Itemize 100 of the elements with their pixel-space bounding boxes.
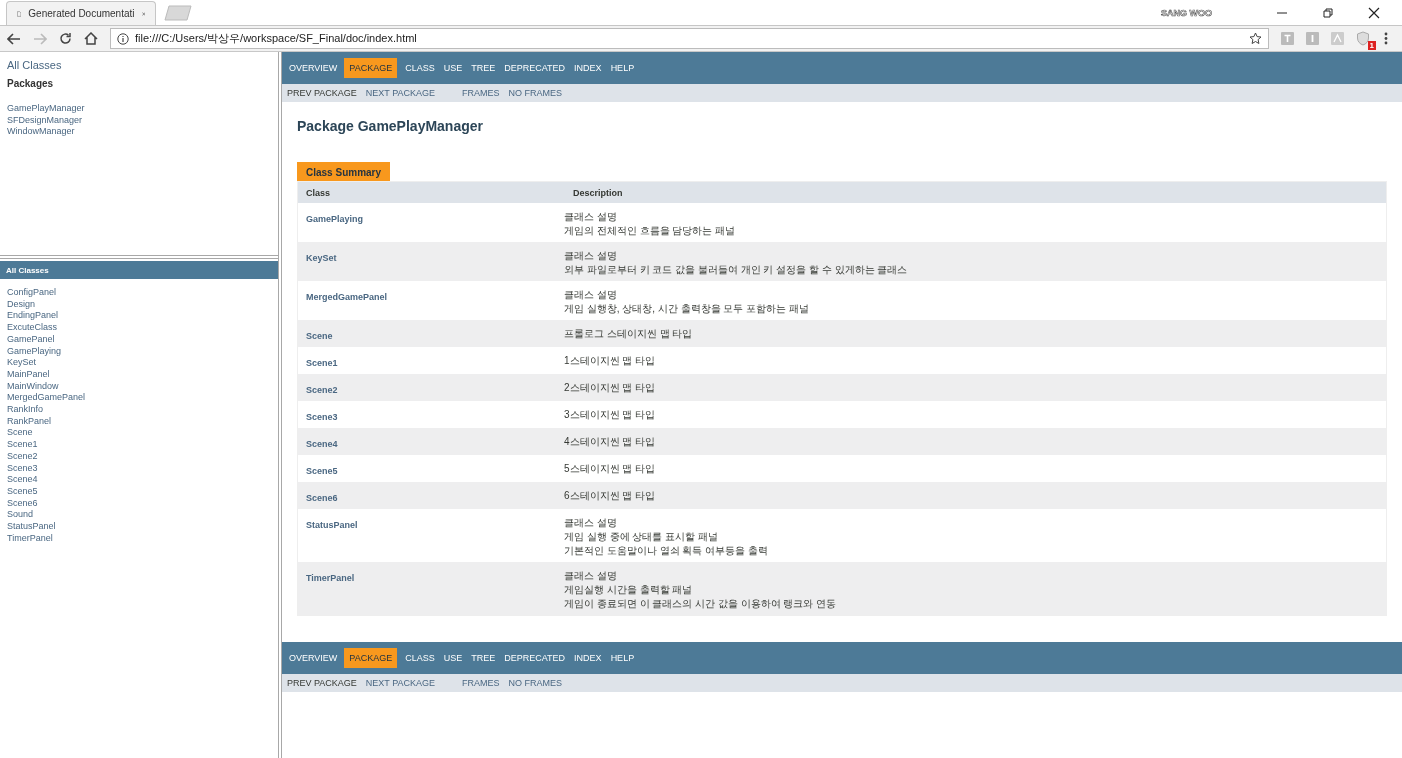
class-description: 프롤로그 스테이지씬 맵 타입 xyxy=(564,327,694,341)
frames-link[interactable]: FRAMES xyxy=(462,678,500,688)
column-header: Class xyxy=(305,187,332,198)
nav-tab[interactable]: CLASS xyxy=(401,59,439,77)
class-link[interactable]: Scene xyxy=(7,427,271,440)
nav-tab[interactable]: OVERVIEW xyxy=(285,649,342,667)
reload-icon[interactable] xyxy=(59,32,72,45)
shield-icon[interactable] xyxy=(1356,30,1370,46)
class-link[interactable]: Scene2 xyxy=(7,450,271,463)
class-description: 5스테이지씬 맵 타입 xyxy=(564,462,657,476)
nav-tab[interactable]: USE xyxy=(439,59,467,77)
nav-tab[interactable]: USE xyxy=(439,649,467,667)
package-link[interactable]: WindowManager xyxy=(7,126,271,139)
packages-heading: Packages xyxy=(7,78,55,89)
restore-icon[interactable] xyxy=(1322,6,1334,19)
class-name-link[interactable]: Scene6 xyxy=(306,493,338,503)
nav-tab[interactable]: DEPRECATED xyxy=(500,59,570,77)
class-name-link[interactable]: Scene5 xyxy=(306,466,338,476)
class-link[interactable]: Scene4 xyxy=(7,474,271,486)
class-name-link[interactable]: GamePlaying xyxy=(306,214,364,224)
package-nav-link[interactable]: NEXT PACKAGE xyxy=(365,678,436,688)
class-name-link[interactable]: Scene4 xyxy=(306,439,338,449)
class-description: 클래스 설명 xyxy=(564,288,618,302)
nav-tab[interactable]: HELP xyxy=(606,59,639,77)
class-description: 게임이 종료되면 이 클래스의 시간 값을 이용하여 랭크와 연동 xyxy=(564,597,838,611)
browser-tab[interactable]: Generated Documentati xyxy=(6,1,156,25)
package-title: Package GamePlayManager xyxy=(297,118,484,134)
class-name-link[interactable]: Scene xyxy=(306,331,333,341)
frames-link[interactable]: NO FRAMES xyxy=(508,678,563,688)
tab-title: Generated Documentati xyxy=(28,8,135,19)
class-description: 2스테이지씬 맵 타입 xyxy=(564,381,657,395)
class-link[interactable]: GamePanel xyxy=(7,333,271,346)
nav-tab[interactable]: INDEX xyxy=(570,649,606,667)
class-description: 게임실행 시간을 출력할 패널 xyxy=(564,583,694,597)
class-link[interactable]: Scene6 xyxy=(7,497,271,510)
nav-tab[interactable]: TREE xyxy=(467,59,500,77)
nav-tab[interactable]: DEPRECATED xyxy=(500,649,570,667)
column-header: Description xyxy=(572,187,624,198)
menu-icon[interactable] xyxy=(1384,32,1388,45)
class-name-link[interactable]: Scene2 xyxy=(306,385,338,395)
class-name-link[interactable]: KeySet xyxy=(306,253,337,263)
class-link[interactable]: EndingPanel xyxy=(7,310,271,323)
notification-badge: 1 xyxy=(1367,40,1376,50)
nav-tab[interactable]: HELP xyxy=(606,649,639,667)
class-name-link[interactable]: TimerPanel xyxy=(306,573,355,583)
class-description: 3스테이지씬 맵 타입 xyxy=(564,408,657,422)
class-link[interactable]: ConfigPanel xyxy=(7,287,271,299)
address-bar[interactable]: file:///C:/Users/박상우/workspace/SF_Final/doc/index.html xyxy=(110,28,1269,49)
star-icon[interactable] xyxy=(1249,32,1262,45)
nav-tab[interactable]: TREE xyxy=(467,649,500,667)
class-link[interactable]: RankInfo xyxy=(7,404,271,416)
nav-tab[interactable]: PACKAGE xyxy=(344,648,398,668)
class-link[interactable]: Scene1 xyxy=(7,439,271,451)
home-icon[interactable] xyxy=(84,32,98,45)
package-nav-link[interactable]: NEXT PACKAGE xyxy=(365,88,436,98)
class-description: 클래스 설명 xyxy=(564,210,618,224)
all-classes-link[interactable]: All Classes xyxy=(7,59,271,71)
info-icon xyxy=(117,32,129,45)
class-link[interactable]: RankPanel xyxy=(7,415,271,428)
class-description: 게임 실행 중에 상태를 표시할 패널 xyxy=(564,530,719,544)
class-description: 1스테이지씬 맵 타입 xyxy=(564,354,657,368)
class-name-link[interactable]: StatusPanel xyxy=(306,520,358,530)
class-description: 게임 실행창, 상태창, 시간 출력창을 모두 포함하는 패널 xyxy=(564,302,810,316)
class-description: 클래스 설명 xyxy=(564,569,618,583)
class-link[interactable]: StatusPanel xyxy=(7,521,271,533)
class-link[interactable]: KeySet xyxy=(7,357,271,369)
package-nav-link: PREV PACKAGE xyxy=(287,678,357,688)
nav-tab[interactable]: OVERVIEW xyxy=(285,59,342,77)
class-description: 6스테이지씬 맵 타입 xyxy=(564,489,657,503)
class-name-link[interactable]: Scene1 xyxy=(306,358,338,368)
nav-tab[interactable]: INDEX xyxy=(570,59,606,77)
class-description: 기본적인 도움말이나 열쇠 획득 여부등을 출력 xyxy=(564,544,769,558)
class-description: 클래스 설명 xyxy=(564,249,618,263)
class-link[interactable]: MergedGamePanel xyxy=(7,392,271,405)
class-link[interactable]: Scene5 xyxy=(7,485,271,498)
class-link[interactable]: Scene3 xyxy=(7,462,271,475)
class-summary-caption: Class Summary xyxy=(297,162,391,181)
package-link[interactable]: GamePlayManager xyxy=(7,103,271,115)
package-link[interactable]: SFDesignManager xyxy=(7,114,271,127)
class-link[interactable]: MainPanel xyxy=(7,368,271,381)
all-classes-header: All Classes xyxy=(0,261,278,279)
class-link[interactable]: GamePlaying xyxy=(7,345,271,358)
url-text: file:///C:/Users/박상우/workspace/SF_Final/doc/index.html xyxy=(135,31,417,46)
class-name-link[interactable]: MergedGamePanel xyxy=(306,292,388,302)
back-icon[interactable] xyxy=(7,32,21,45)
class-link[interactable]: Sound xyxy=(7,509,271,522)
frames-link[interactable]: FRAMES xyxy=(462,88,500,98)
frames-link[interactable]: NO FRAMES xyxy=(508,88,563,98)
class-description: 게임의 전체적인 흐름을 담당하는 패널 xyxy=(564,224,737,238)
class-link[interactable]: MainWindow xyxy=(7,380,271,393)
class-link[interactable]: TimerPanel xyxy=(7,532,271,545)
package-nav-link: PREV PACKAGE xyxy=(287,88,357,98)
class-link[interactable]: ExcuteClass xyxy=(7,322,271,334)
class-link[interactable]: Design xyxy=(7,298,271,311)
nav-tab[interactable]: PACKAGE xyxy=(344,58,398,78)
nav-tab[interactable]: CLASS xyxy=(401,649,439,667)
class-description: 4스테이지씬 맵 타입 xyxy=(564,435,657,449)
class-name-link[interactable]: Scene3 xyxy=(306,412,338,422)
class-description: 클래스 설명 xyxy=(564,516,618,530)
close-icon[interactable] xyxy=(1368,6,1380,19)
